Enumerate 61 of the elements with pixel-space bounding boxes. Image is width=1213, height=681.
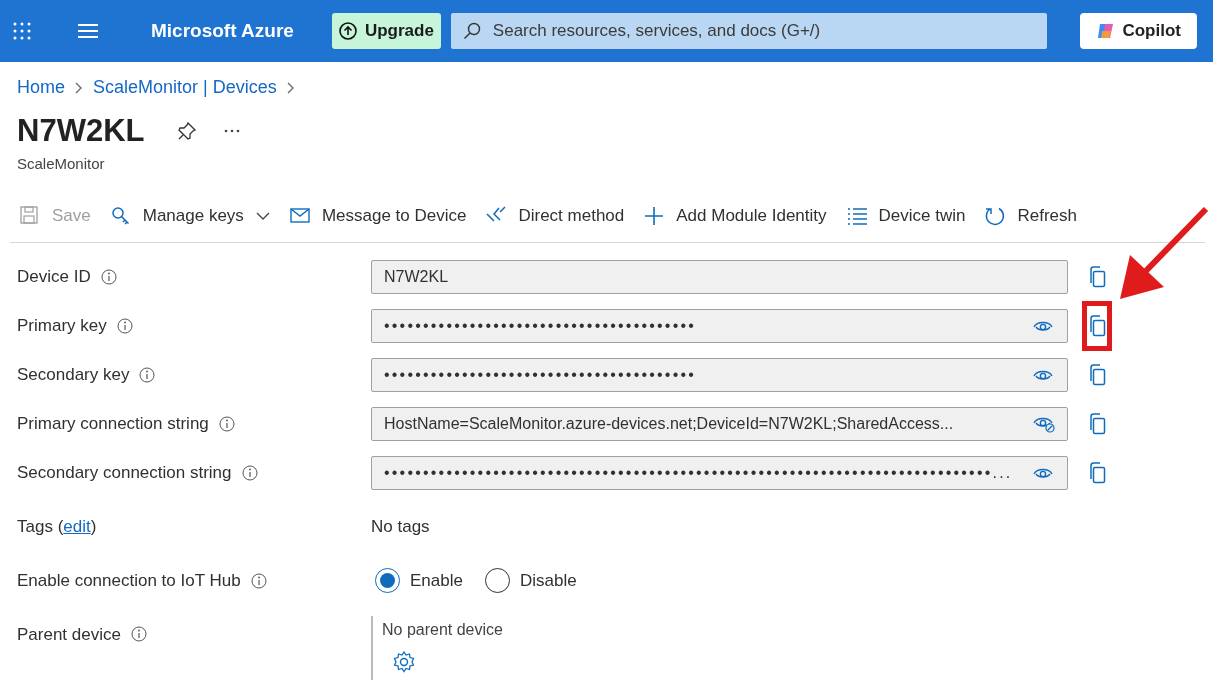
- field-label: Secondary key: [17, 363, 130, 386]
- radio-option[interactable]: Enable: [375, 567, 463, 594]
- copy-icon[interactable]: [1088, 314, 1106, 337]
- tags-label: Tags (: [17, 515, 64, 538]
- pin-icon: [178, 122, 197, 140]
- input-field[interactable]: ••••••••••••••••••••••••••••••••••••••••: [371, 357, 1068, 392]
- info-icon: [130, 626, 147, 643]
- refresh-icon: [985, 205, 1006, 226]
- tags-value: No tags: [371, 515, 430, 538]
- page-title: N7W2KL: [17, 113, 145, 149]
- toolbar-button[interactable]: Add Module Identity: [644, 202, 827, 229]
- field-label: Enable connection to IoT Hub: [17, 569, 241, 592]
- field-label: Parent device: [17, 623, 121, 646]
- gear-icon: [392, 649, 416, 674]
- app-launcher-icon: [12, 21, 32, 41]
- parenthesis-text: ): [90, 515, 97, 538]
- upgrade-button[interactable]: Upgrade: [331, 13, 441, 49]
- save-icon: [20, 205, 40, 226]
- copy-icon[interactable]: [1088, 363, 1106, 386]
- toolbar-button[interactable]: Message to Device: [289, 202, 467, 229]
- info-icon: [139, 366, 156, 383]
- edit-link[interactable]: edit: [63, 513, 91, 540]
- breadcrumb-link[interactable]: ScaleMonitor | Devices: [93, 74, 277, 101]
- list-icon: [846, 205, 867, 226]
- search-icon: [462, 22, 481, 40]
- toolbar-button[interactable]: Refresh: [985, 202, 1077, 229]
- copy-icon[interactable]: [1088, 461, 1106, 484]
- toolbar-button[interactable]: Direct method: [486, 202, 625, 229]
- info-icon: [250, 572, 267, 589]
- field-label: Secondary connection string: [17, 461, 232, 484]
- info-icon: [100, 268, 117, 285]
- copilot-button[interactable]: Copilot: [1080, 13, 1197, 49]
- parent-value: No parent device: [382, 619, 503, 640]
- envelope-icon: [289, 205, 310, 226]
- field-label: Primary connection string: [17, 412, 209, 435]
- search-field[interactable]: Search resources, services, and docs (G+/): [450, 13, 1047, 49]
- chevron-down-icon: [255, 211, 270, 220]
- key-icon: [110, 205, 131, 226]
- field-label: Device ID: [17, 265, 91, 288]
- info-icon: [241, 464, 258, 481]
- input-field[interactable]: HostName=ScaleMonitor.azure-devices.net;DeviceId=N7W2KL;SharedAccess...: [371, 406, 1068, 441]
- toolbar-button[interactable]: Manage keys: [110, 202, 270, 229]
- page-subtitle: ScaleMonitor: [16, 154, 106, 174]
- radio-option[interactable]: Disable: [484, 567, 577, 594]
- chevron-right-icon: [286, 81, 295, 94]
- toolbar-button[interactable]: Device twin: [846, 202, 966, 229]
- field-label: Primary key: [17, 314, 107, 337]
- breadcrumb-link[interactable]: Home: [17, 74, 65, 101]
- input-field[interactable]: ••••••••••••••••••••••••••••••••••••••••••••••••••••••••••••••••••••••••••••••...: [371, 455, 1068, 490]
- plus-icon: [644, 205, 665, 226]
- info-icon: [116, 317, 133, 334]
- brand-title[interactable]: Microsoft Azure: [151, 16, 294, 46]
- more-icon: [224, 129, 241, 133]
- info-icon: [218, 415, 235, 432]
- copy-icon[interactable]: [1088, 265, 1106, 288]
- copy-icon[interactable]: [1088, 412, 1106, 435]
- upgrade-icon: [338, 22, 357, 40]
- menu-icon: [78, 23, 98, 39]
- input-field[interactable]: ••••••••••••••••••••••••••••••••••••••••: [371, 308, 1068, 343]
- input-field[interactable]: N7W2KL: [371, 259, 1068, 294]
- chevron-right-icon: [75, 81, 83, 94]
